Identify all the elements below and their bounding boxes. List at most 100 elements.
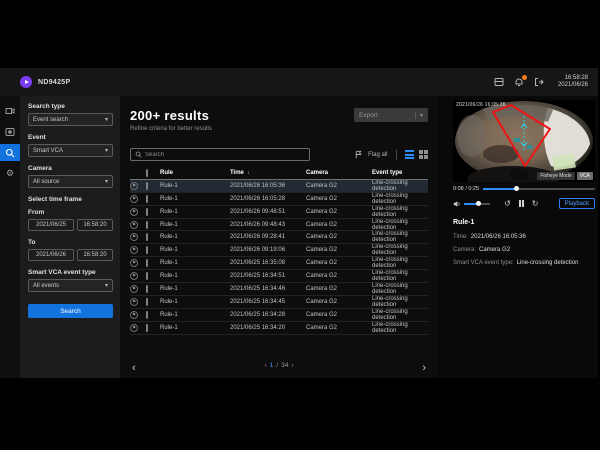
volume-handle[interactable] xyxy=(476,201,481,206)
list-view-icon[interactable] xyxy=(405,150,414,159)
cell-time: 2021/06/26 09:28:41 xyxy=(230,234,306,240)
flag-icon xyxy=(354,150,363,159)
event-type-label: Smart VCA event type: xyxy=(453,260,514,266)
storage-icon[interactable] xyxy=(494,77,505,88)
table-row[interactable]: ⚑ Rule-1 2021/06/26 09:48:43 Camera G2 L… xyxy=(130,219,428,232)
table-row[interactable]: ⚑ Rule-1 2021/06/25 16:34:46 Camera G2 L… xyxy=(130,283,428,296)
row-flag-icon[interactable]: ⚑ xyxy=(130,311,138,319)
nav-search-icon[interactable] xyxy=(0,144,20,161)
flag-all-button[interactable]: Flag all xyxy=(368,152,387,158)
row-checkbox[interactable] xyxy=(146,285,148,293)
table-row[interactable]: ⚑ Rule-1 2021/06/25 16:34:20 Camera G2 L… xyxy=(130,322,428,335)
row-flag-icon[interactable]: ⚑ xyxy=(130,298,138,306)
row-flag-icon[interactable]: ⚑ xyxy=(130,285,138,293)
table-row[interactable]: ⚑ Rule-1 2021/06/26 16:05:36 Camera G2 L… xyxy=(130,180,428,193)
from-date-field[interactable]: 2021/06/25 xyxy=(28,219,74,231)
row-checkbox[interactable] xyxy=(146,195,148,203)
row-flag-icon[interactable]: ⚑ xyxy=(130,272,138,280)
cell-time: 2021/06/25 16:35:08 xyxy=(230,260,306,266)
page-prev-icon[interactable]: ‹ xyxy=(264,362,266,369)
table-row[interactable]: ⚑ Rule-1 2021/06/25 16:35:08 Camera G2 L… xyxy=(130,257,428,270)
pause-button[interactable] xyxy=(519,200,524,207)
row-flag-icon[interactable]: ⚑ xyxy=(130,195,138,203)
col-event-type[interactable]: Event type xyxy=(372,170,428,176)
row-checkbox[interactable] xyxy=(146,182,148,190)
row-checkbox[interactable] xyxy=(146,298,148,306)
col-time[interactable]: Time xyxy=(230,170,244,176)
next-page-button[interactable]: › xyxy=(422,362,426,374)
results-subtitle: Refine criteria for better results xyxy=(130,126,212,132)
page-next-icon[interactable]: › xyxy=(291,362,293,369)
cell-time: 2021/06/25 16:34:46 xyxy=(230,286,306,292)
row-flag-icon[interactable]: ⚑ xyxy=(130,182,138,190)
row-flag-icon[interactable]: ⚑ xyxy=(130,246,138,254)
playback-button[interactable]: Playback xyxy=(559,198,595,209)
step-backward-icon[interactable]: ↺ xyxy=(504,200,511,208)
to-date-field[interactable]: 2021/06/26 xyxy=(28,249,74,261)
vca-overlay-button[interactable]: VCA xyxy=(577,172,593,180)
to-time-field[interactable]: 16:58:20 xyxy=(77,249,113,261)
results-search-box[interactable] xyxy=(130,148,310,161)
seek-handle[interactable] xyxy=(514,186,519,191)
seek-bar[interactable] xyxy=(483,188,595,190)
nav-live-view-camera-icon[interactable] xyxy=(0,102,20,119)
cell-camera: Camera G2 xyxy=(306,247,372,253)
event-dropdown[interactable]: Smart VCA ▾ xyxy=(28,144,113,157)
export-button[interactable]: Export ▾ xyxy=(354,108,428,122)
col-camera[interactable]: Camera xyxy=(306,170,372,176)
cell-event-type: Line-crossing detection xyxy=(372,296,428,308)
table-row[interactable]: ⚑ Rule-1 2021/06/25 16:34:45 Camera G2 L… xyxy=(130,296,428,309)
speaker-icon[interactable] xyxy=(453,200,461,208)
row-checkbox[interactable] xyxy=(146,324,148,332)
row-checkbox[interactable] xyxy=(146,233,148,241)
from-time-field[interactable]: 16:58:20 xyxy=(77,219,113,231)
cell-event-type: Line-crossing detection xyxy=(372,270,428,282)
to-label: To xyxy=(28,239,113,246)
cell-rule: Rule-1 xyxy=(160,299,230,305)
grid-view-icon[interactable] xyxy=(419,150,429,160)
nvr-app-window: ND9425P 16:58:28 2021/06/26 xyxy=(0,68,598,378)
row-flag-icon[interactable]: ⚑ xyxy=(130,221,138,229)
logout-icon[interactable] xyxy=(534,77,545,88)
cell-camera: Camera G2 xyxy=(306,222,372,228)
table-row[interactable]: ⚑ Rule-1 2021/06/26 09:19:06 Camera G2 L… xyxy=(130,244,428,257)
vca-event-type-dropdown[interactable]: All events ▾ xyxy=(28,279,113,292)
row-checkbox[interactable] xyxy=(146,221,148,229)
video-preview[interactable]: 2021/06/26 16:05:36 Fisheye Mode VCA xyxy=(453,100,595,182)
cell-event-type: Line-crossing detection xyxy=(372,206,428,218)
fisheye-mode-button[interactable]: Fisheye Mode xyxy=(537,172,574,180)
step-forward-icon[interactable]: ↻ xyxy=(532,200,539,208)
table-row[interactable]: ⚑ Rule-1 2021/06/26 09:48:51 Camera G2 L… xyxy=(130,206,428,219)
results-search-input[interactable] xyxy=(145,152,285,158)
row-checkbox[interactable] xyxy=(146,311,148,319)
cell-time: 2021/06/26 09:48:51 xyxy=(230,209,306,215)
row-flag-icon[interactable]: ⚑ xyxy=(130,233,138,241)
row-checkbox[interactable] xyxy=(146,259,148,267)
nav-playback-icon[interactable] xyxy=(0,123,20,140)
row-checkbox[interactable] xyxy=(146,272,148,280)
search-type-dropdown[interactable]: Event search ▾ xyxy=(28,113,113,126)
volume-slider[interactable] xyxy=(464,203,490,205)
table-row[interactable]: ⚑ Rule-1 2021/06/25 16:34:51 Camera G2 L… xyxy=(130,270,428,283)
sort-descending-icon[interactable]: ↓ xyxy=(247,170,250,176)
row-flag-icon[interactable]: ⚑ xyxy=(130,324,138,332)
search-button[interactable]: Search xyxy=(28,304,113,318)
col-rule[interactable]: Rule xyxy=(160,170,230,176)
row-checkbox[interactable] xyxy=(146,208,148,216)
row-flag-icon[interactable]: ⚑ xyxy=(130,208,138,216)
table-row[interactable]: ⚑ Rule-1 2021/06/26 09:28:41 Camera G2 L… xyxy=(130,231,428,244)
system-clock: 16:58:28 2021/06/26 xyxy=(558,75,588,89)
camera-dropdown[interactable]: All source ▾ xyxy=(28,175,113,188)
nav-settings-gear-icon[interactable]: ⚙ xyxy=(0,165,20,182)
notification-bell-icon[interactable] xyxy=(514,77,525,88)
event-time-value: 2021/06/26 16:05:36 xyxy=(471,234,526,240)
results-table-body: ⚑ Rule-1 2021/06/26 16:05:36 Camera G2 L… xyxy=(130,180,428,335)
time-label: Time: xyxy=(453,234,468,240)
row-checkbox[interactable] xyxy=(146,246,148,254)
select-all-checkbox[interactable] xyxy=(146,169,148,177)
results-count-title: 200+ results xyxy=(130,108,212,123)
table-row[interactable]: ⚑ Rule-1 2021/06/25 16:34:28 Camera G2 L… xyxy=(130,309,428,322)
row-flag-icon[interactable]: ⚑ xyxy=(130,259,138,267)
table-row[interactable]: ⚑ Rule-1 2021/06/26 16:05:28 Camera G2 L… xyxy=(130,193,428,206)
device-model-title: ND9425P xyxy=(38,79,70,86)
